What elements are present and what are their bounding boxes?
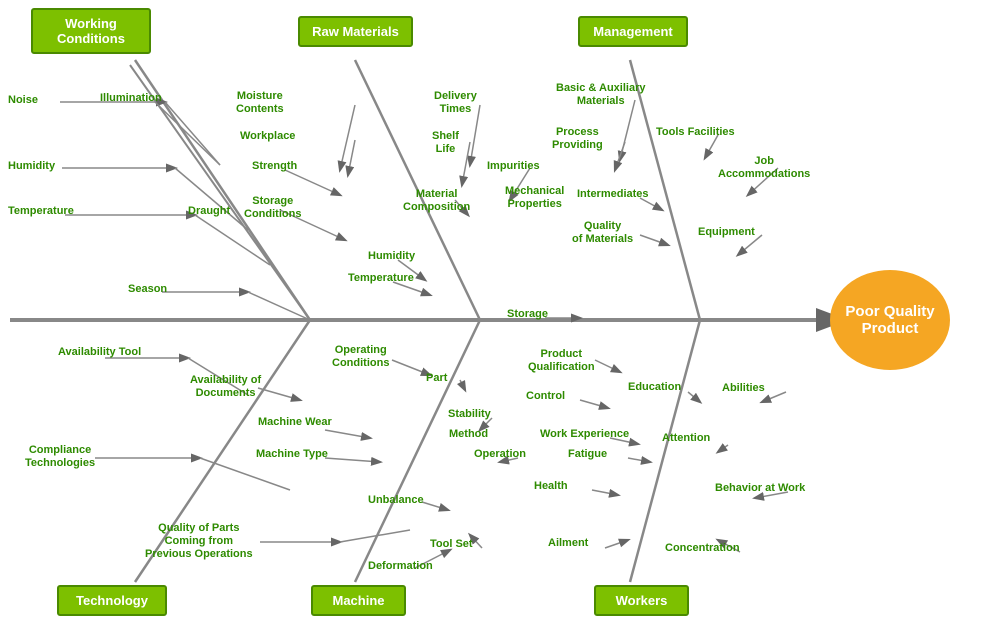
outcome-circle: Poor QualityProduct: [830, 270, 950, 370]
sub-shelf: [462, 142, 470, 185]
sub-fatigue: [628, 458, 650, 462]
label-illumination: Illumination: [100, 92, 162, 105]
label-temperature-mid: Temperature: [348, 272, 414, 285]
label-shelf: ShelfLife: [432, 130, 459, 156]
sub-noise2: [165, 102, 220, 165]
sub-part: [460, 380, 465, 390]
label-qual-mat: Qualityof Materials: [572, 220, 633, 246]
label-matcomp: MaterialComposition: [403, 188, 470, 214]
sub-avail-docs: [258, 388, 300, 400]
label-avail-docs: Availability ofDocuments: [190, 374, 261, 400]
label-control: Control: [526, 390, 565, 403]
sub-operating: [392, 360, 430, 375]
sub-machine-type: [325, 458, 380, 462]
label-intermediates: Intermediates: [577, 188, 649, 201]
label-equipment: Equipment: [698, 226, 755, 239]
label-mech-props: MechanicalProperties: [505, 185, 564, 211]
sub-moisture: [340, 105, 355, 170]
label-process: ProcessProviding: [552, 126, 603, 152]
sub-prod-qual: [595, 360, 620, 372]
label-draught: Draught: [188, 205, 230, 218]
sub-humidity2: [175, 168, 248, 230]
label-concentration: Concentration: [665, 542, 740, 555]
sub-control: [580, 400, 608, 408]
label-unbalance: Unbalance: [368, 494, 424, 507]
label-delivery: DeliveryTimes: [434, 90, 477, 116]
label-health: Health: [534, 480, 568, 493]
label-operating: OperatingConditions: [332, 344, 389, 370]
box-workers: Workers: [594, 585, 689, 616]
box-raw-materials: Raw Materials: [298, 16, 413, 47]
label-toolset: Tool Set: [430, 538, 473, 551]
label-strength: Strength: [252, 160, 297, 173]
label-noise: Noise: [8, 94, 38, 107]
sub-attention: [718, 445, 728, 452]
sub-health: [592, 490, 618, 495]
fishbone-diagram: WorkingConditions Raw Materials Manageme…: [0, 0, 990, 640]
box-machine: Machine: [311, 585, 406, 616]
label-storage-cond: StorageConditions: [244, 195, 301, 221]
label-humidity-mid: Humidity: [368, 250, 415, 263]
label-qual-parts: Quality of PartsComing fromPrevious Oper…: [145, 522, 253, 562]
label-compliance: ComplianceTechnologies: [25, 444, 95, 470]
label-attention: Attention: [662, 432, 710, 445]
label-stability: Stability: [448, 408, 491, 421]
label-operation: Operation: [474, 448, 526, 461]
sub-machine-wear: [325, 430, 370, 438]
label-machine-wear: Machine Wear: [258, 416, 332, 429]
label-storage: Storage: [507, 308, 548, 321]
label-job: JobAccommodations: [718, 155, 810, 181]
label-basic: Basic & AuxiliaryMaterials: [556, 82, 645, 108]
label-work-exp: Work Experience: [540, 428, 629, 441]
sub-process: [615, 142, 625, 170]
label-fatigue: Fatigue: [568, 448, 607, 461]
label-impurities: Impurities: [487, 160, 540, 173]
sub-temp2: [195, 215, 270, 265]
sub-abilities: [762, 392, 786, 402]
box-management: Management: [578, 16, 688, 47]
label-behavior: Behavior at Work: [715, 482, 805, 495]
label-humidity: Humidity: [8, 160, 55, 173]
label-workplace: Workplace: [240, 130, 295, 143]
label-tools: Tools Facilities: [656, 126, 735, 139]
label-part: Part: [426, 372, 447, 385]
label-ailment: Ailment: [548, 537, 588, 550]
sub-unbalance: [422, 502, 448, 510]
sub-compliance2: [200, 458, 290, 490]
label-prod-qual: ProductQualification: [528, 348, 595, 374]
label-avail-tool: Availability Tool: [58, 346, 141, 359]
sub-education: [688, 392, 700, 402]
sub-strength: [285, 170, 340, 195]
box-working-conditions: WorkingConditions: [31, 8, 151, 54]
label-abilities: Abilities: [722, 382, 765, 395]
sub-illum: [155, 102, 220, 165]
label-education: Education: [628, 381, 681, 394]
sub-workplace: [348, 140, 355, 175]
label-moisture: MoistureContents: [236, 90, 284, 116]
label-deform: Deformation: [368, 560, 433, 573]
label-machine-type: Machine Type: [256, 448, 328, 461]
label-temperature-left: Temperature: [8, 205, 74, 218]
label-season: Season: [128, 283, 167, 296]
sub-ailment: [605, 540, 628, 548]
sub-qual-mat: [640, 235, 668, 245]
label-method: Method: [449, 428, 488, 441]
box-technology: Technology: [57, 585, 167, 616]
